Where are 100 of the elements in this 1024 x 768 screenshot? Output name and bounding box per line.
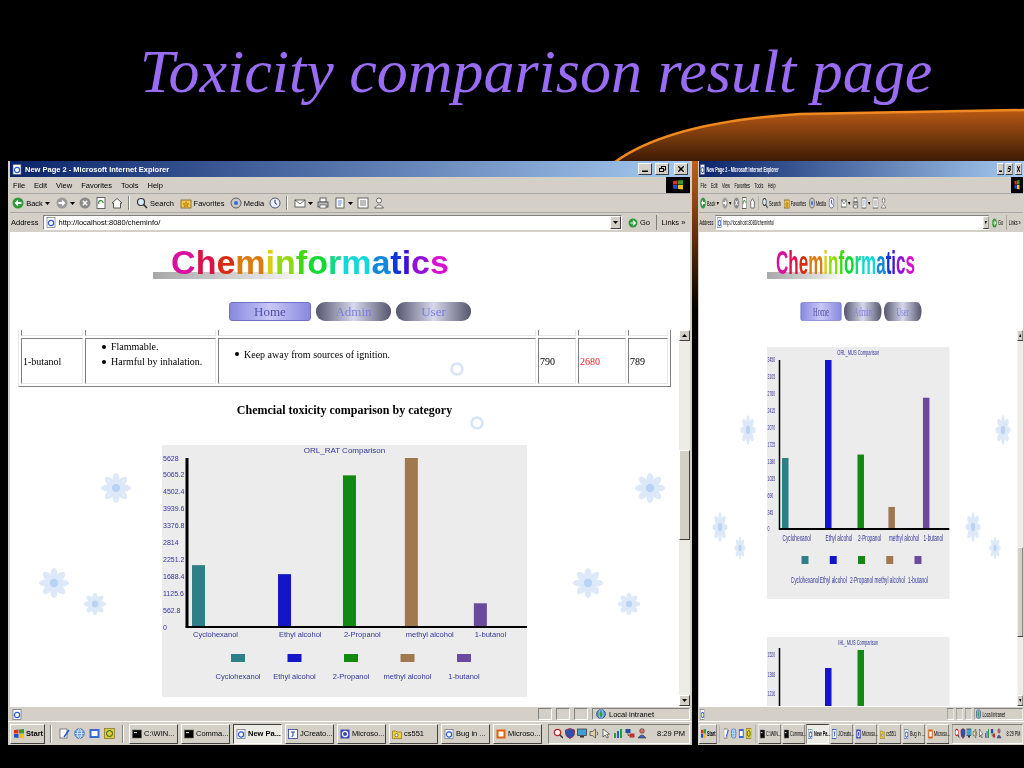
nav-button[interactable]: Home	[800, 302, 842, 321]
up-arrow-icon	[1019, 334, 1022, 337]
scroll-up-button[interactable]	[679, 330, 690, 341]
dropdown-button[interactable]	[983, 216, 989, 229]
network-icon[interactable]	[990, 728, 996, 739]
monitor-icon[interactable]	[577, 728, 588, 739]
legend-label: 2-Propanol	[849, 574, 874, 586]
globe-icon	[976, 709, 981, 719]
envelope-icon	[293, 197, 306, 209]
scroll-thumb[interactable]	[679, 450, 690, 540]
dropdown-button[interactable]	[610, 216, 621, 229]
shield-icon[interactable]	[565, 728, 576, 739]
bars-icon[interactable]	[613, 728, 624, 739]
network-icon[interactable]	[625, 728, 636, 739]
disc-icon[interactable]	[746, 728, 752, 739]
category-label: 2-Propanol	[858, 532, 882, 544]
window-icon[interactable]	[89, 728, 100, 739]
document-icon	[333, 197, 346, 209]
disc-icon	[229, 197, 242, 209]
down-arrow-icon	[1019, 699, 1022, 702]
bar	[857, 650, 864, 706]
arrow-icon	[992, 217, 997, 228]
cursor-icon[interactable]	[601, 728, 612, 739]
person-icon[interactable]	[637, 728, 648, 739]
close-button[interactable]	[674, 163, 688, 175]
minimize-button[interactable]	[638, 163, 652, 175]
flag-icon	[14, 728, 24, 739]
magnifier-icon[interactable]	[954, 728, 960, 739]
discuss-button[interactable]	[356, 194, 370, 212]
folder-icon	[392, 728, 402, 739]
home-icon	[111, 197, 123, 209]
forward-button[interactable]	[721, 194, 732, 212]
minimize-button[interactable]	[997, 163, 1004, 175]
category-label: 1-butanol	[923, 532, 944, 544]
speaker-icon[interactable]	[589, 728, 600, 739]
bar	[473, 603, 487, 627]
refresh-button[interactable]	[741, 194, 748, 212]
scroll-down-button[interactable]	[1017, 695, 1023, 706]
scrollbar[interactable]	[1017, 330, 1023, 706]
history-button[interactable]	[828, 194, 835, 212]
table-cell: 790	[538, 338, 576, 384]
flag-icon	[1011, 177, 1023, 193]
globe-icon	[596, 709, 606, 719]
print-button[interactable]	[316, 194, 330, 212]
down-arrow-icon	[682, 699, 687, 702]
print-button[interactable]	[852, 194, 859, 212]
bar	[825, 668, 832, 706]
status-pane	[538, 708, 552, 720]
scroll-down-button[interactable]	[679, 695, 690, 706]
shield-icon[interactable]	[960, 728, 966, 739]
printer-icon	[852, 197, 859, 209]
close-icon	[1017, 166, 1020, 172]
legend-label: methyl alcohol	[874, 574, 905, 586]
edit-button[interactable]	[860, 194, 871, 212]
bar	[192, 565, 205, 627]
messenger-button[interactable]	[880, 194, 887, 212]
tile-icon	[832, 728, 837, 739]
stop-button[interactable]	[733, 194, 740, 212]
caret-icon	[613, 221, 618, 224]
bullet-icon	[102, 359, 106, 364]
monitor-icon[interactable]	[966, 728, 972, 739]
slide-icon	[496, 728, 506, 739]
caret-icon	[347, 201, 353, 205]
bar	[278, 574, 291, 627]
page-pencil-icon[interactable]	[59, 728, 70, 739]
speaker-icon[interactable]	[972, 728, 978, 739]
slide-title: Toxicity comparison result page	[139, 36, 933, 106]
flower-icon	[740, 414, 756, 446]
table-cell: 2680	[578, 338, 626, 384]
slide-icon	[928, 728, 933, 739]
maximize-button[interactable]	[655, 163, 669, 175]
status-pane	[956, 708, 963, 720]
messenger-button[interactable]	[372, 194, 386, 212]
person-icon	[880, 197, 887, 209]
history-button[interactable]	[268, 194, 282, 212]
page-pencil-icon[interactable]	[723, 728, 729, 739]
page-icon	[700, 163, 705, 175]
refresh-button[interactable]	[94, 194, 108, 212]
window-icon[interactable]	[738, 728, 744, 739]
arrow-icon	[628, 217, 638, 228]
magnifier-icon[interactable]	[553, 728, 564, 739]
stop-icon	[79, 197, 91, 209]
edit-button[interactable]	[332, 194, 354, 212]
globe-icon[interactable]	[74, 728, 85, 739]
scroll-up-button[interactable]	[1017, 330, 1023, 341]
ring-icon	[450, 362, 464, 376]
stop-button[interactable]	[78, 194, 92, 212]
disc-icon[interactable]	[104, 728, 115, 739]
flower-icon	[83, 592, 107, 616]
category-label: methyl alcohol	[888, 532, 920, 544]
close-button[interactable]	[1015, 163, 1022, 175]
maximize-button[interactable]	[1005, 163, 1013, 175]
y-axis	[778, 648, 781, 706]
ring-icon	[470, 416, 484, 430]
note-icon	[357, 197, 369, 209]
nav-button[interactable]: Home	[229, 302, 311, 321]
status-pane	[965, 708, 972, 720]
scroll-thumb[interactable]	[1017, 547, 1023, 637]
scrollbar[interactable]	[679, 330, 690, 706]
legend-label: Ethyl alcohol	[819, 574, 847, 586]
